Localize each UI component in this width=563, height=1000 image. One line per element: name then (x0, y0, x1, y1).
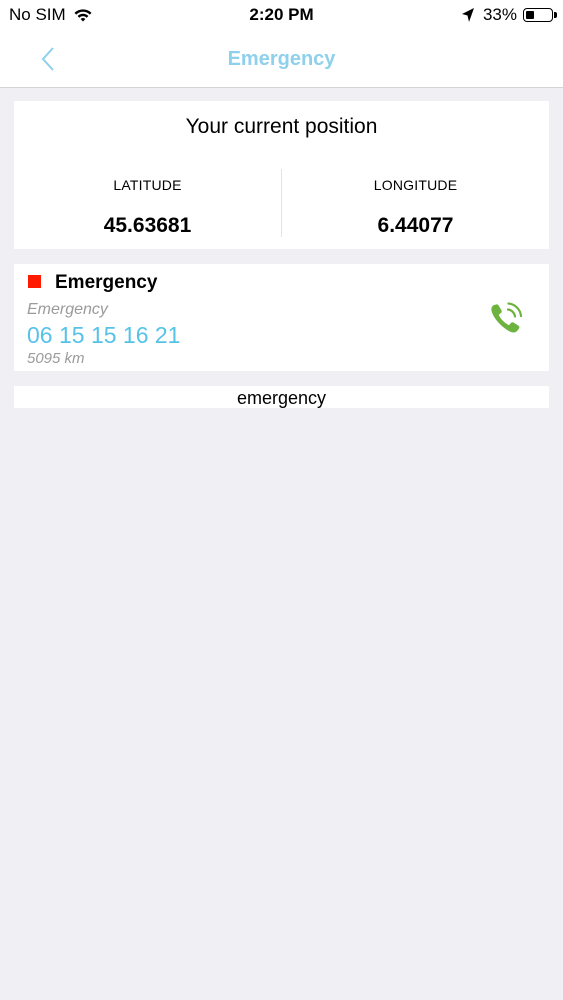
longitude-value: 6.44077 (377, 214, 454, 237)
latitude-value: 45.63681 (103, 214, 192, 237)
contact-name: Emergency (55, 272, 158, 293)
position-title: Your current position (185, 115, 378, 138)
nav-bar: Emergency (0, 30, 563, 88)
latitude-label: LATITUDE (113, 177, 182, 193)
battery-icon (523, 8, 557, 22)
longitude-label: LONGITUDE (373, 177, 458, 193)
contact-distance: 5095 km (27, 350, 85, 367)
page-title: Emergency (227, 48, 336, 70)
position-card: Your current position LATITUDE 45.63681 … (14, 101, 549, 249)
battery-fill (526, 11, 534, 19)
battery-percent: 33% (482, 5, 517, 24)
emergency-bar[interactable]: emergency (14, 386, 549, 408)
phone-call-icon[interactable] (488, 300, 526, 336)
latitude-column: LATITUDE 45.63681 (14, 177, 281, 238)
status-right: 33% (461, 5, 557, 25)
status-bar: No SIM 2:20 PM 33% (0, 0, 563, 30)
longitude-column: LONGITUDE 6.44077 (282, 177, 549, 238)
contact-subtitle: Emergency (27, 301, 108, 318)
emergency-contact-card[interactable]: Emergency Emergency 06 15 15 16 21 5095 … (14, 264, 549, 371)
red-square-marker (28, 275, 41, 288)
location-arrow-icon (461, 8, 474, 22)
contact-phone-link[interactable]: 06 15 15 16 21 (27, 322, 180, 349)
